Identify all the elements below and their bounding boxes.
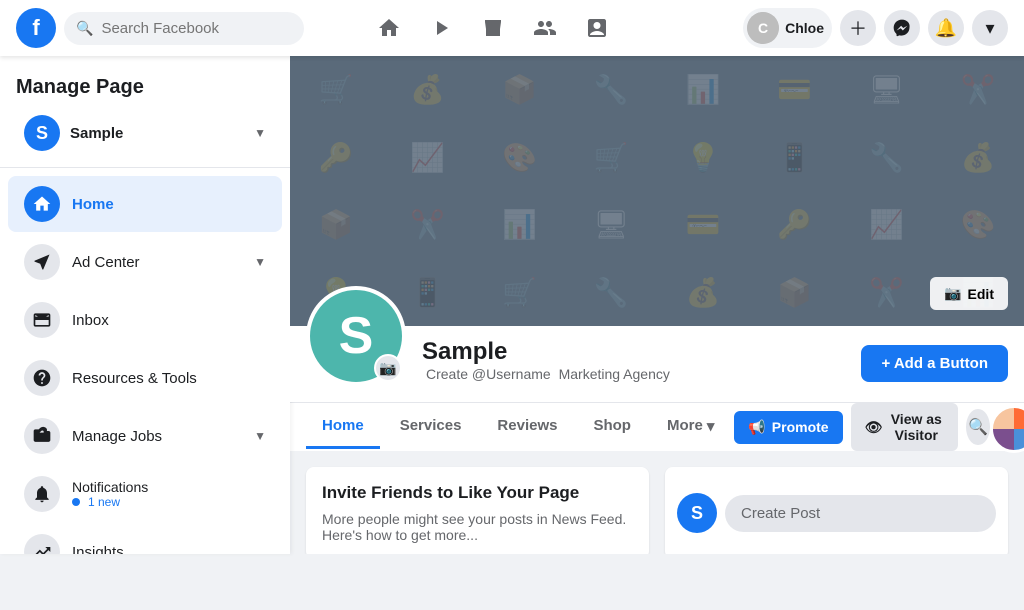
profile-meta: Create @Username Marketing Agency <box>422 366 845 382</box>
messenger-icon-btn[interactable] <box>884 10 920 46</box>
cover-edit-button[interactable]: 📷 Edit <box>930 277 1008 310</box>
sidebar-item-manage-jobs[interactable]: Manage Jobs ▼ <box>8 408 282 464</box>
sidebar-divider-1 <box>0 167 290 168</box>
username-link[interactable]: Create @Username <box>426 366 551 382</box>
notifications-label-wrap: Notifications 1 new <box>72 479 266 509</box>
home-icon <box>24 186 60 222</box>
menu-dropdown-btn[interactable]: ▾ <box>972 10 1008 46</box>
tab-more-btn-wrap: ⋯ 82 <box>998 409 1024 445</box>
profile-camera-button[interactable]: 📷 <box>374 354 402 382</box>
tab-actions: 📢 Promote 👁 View as Visitor 🔍 ⋯ 82 <box>734 403 1024 451</box>
profile-name: Sample <box>422 338 845 366</box>
search-icon: 🔍 <box>76 20 93 37</box>
sidebar-item-inbox[interactable]: Inbox <box>8 292 282 348</box>
post-avatar: S <box>677 493 717 533</box>
add-icon-btn[interactable]: ＋ <box>840 10 876 46</box>
nav-marketplace-icon[interactable] <box>469 4 517 52</box>
avatar-cluster-small[interactable]: 82 <box>990 405 1024 453</box>
profile-avatar-wrap: S 📷 <box>306 286 406 386</box>
search-input[interactable] <box>101 20 292 37</box>
sidebar-item-ad-center[interactable]: Ad Center ▼ <box>8 234 282 290</box>
add-button-btn[interactable]: + Add a Button <box>861 345 1008 382</box>
profile-info: Sample Create @Username Marketing Agency <box>422 338 845 386</box>
page-selector[interactable]: S Sample ▼ <box>8 107 282 159</box>
profile-section: S 📷 Sample Create @Username Marketing Ag… <box>290 326 1024 402</box>
resources-icon <box>24 360 60 396</box>
page-name-label: Sample <box>70 125 244 142</box>
user-pill[interactable]: C Chloe <box>743 8 832 48</box>
nav-icons <box>365 4 621 52</box>
sidebar-item-home[interactable]: Home <box>8 176 282 232</box>
tab-services[interactable]: Services <box>384 405 478 449</box>
nav-home-icon[interactable] <box>365 4 413 52</box>
sidebar-item-label-resources: Resources & Tools <box>72 370 266 387</box>
sidebar-title: Manage Page <box>0 64 290 107</box>
manage-jobs-chevron: ▼ <box>254 429 266 443</box>
camera-icon: 📷 <box>944 285 961 302</box>
nav-pages-icon[interactable] <box>573 4 621 52</box>
promote-tab-button[interactable]: 📢 Promote <box>734 411 842 444</box>
top-navigation: f 🔍 C Chloe ＋ 🔔 ▾ <box>0 0 1024 56</box>
page-tabs: Home Services Reviews Shop More ▾ 📢 Prom… <box>290 402 1024 451</box>
invite-card-title: Invite Friends to Like Your Page <box>322 483 633 503</box>
tab-shop[interactable]: Shop <box>577 405 647 449</box>
ad-center-icon <box>24 244 60 280</box>
ad-center-chevron: ▼ <box>254 255 266 269</box>
nav-groups-icon[interactable] <box>521 4 569 52</box>
manage-jobs-icon <box>24 418 60 454</box>
more-chevron-icon: ▾ <box>707 417 715 435</box>
create-post-area: S Create Post <box>665 467 1008 554</box>
main-content: 🛒💰📦🔧📊💳🖥✂️ 🔑📈🎨🛒💡📱🔧💰 📦✂️📊🖥💳🔑📈🎨 💡📱🛒🔧💰📦✂️📊 📷… <box>290 56 1024 554</box>
invite-friends-card: Invite Friends to Like Your Page More pe… <box>306 467 649 554</box>
sidebar-item-label-insights: Insights <box>72 544 266 555</box>
visitor-eye-icon: 👁 <box>865 419 883 436</box>
nav-watch-icon[interactable] <box>417 4 465 52</box>
notifications-sidebar-icon <box>24 476 60 512</box>
nav-right: C Chloe ＋ 🔔 ▾ <box>743 8 1008 48</box>
facebook-logo[interactable]: f <box>16 8 56 48</box>
sidebar-item-label-inbox: Inbox <box>72 312 266 329</box>
sidebar-item-notifications[interactable]: Notifications 1 new <box>8 466 282 522</box>
tab-more[interactable]: More ▾ <box>651 405 730 450</box>
view-as-visitor-button[interactable]: 👁 View as Visitor <box>851 403 959 451</box>
inbox-icon <box>24 302 60 338</box>
notification-badge-wrap: 1 new <box>72 495 266 509</box>
tab-home[interactable]: Home <box>306 405 380 449</box>
tab-search-button[interactable]: 🔍 <box>966 409 989 445</box>
notification-count: 1 new <box>88 495 120 509</box>
sidebar-item-label-home: Home <box>72 196 266 213</box>
invite-card-text: More people might see your posts in News… <box>322 511 633 543</box>
user-name: Chloe <box>785 20 824 36</box>
sidebar-item-insights[interactable]: Insights <box>8 524 282 554</box>
create-post-button[interactable]: Create Post <box>725 495 996 532</box>
profile-category: Marketing Agency <box>559 366 670 382</box>
tab-reviews[interactable]: Reviews <box>481 405 573 449</box>
notification-dot <box>72 498 80 506</box>
user-avatar: C <box>747 12 779 44</box>
notifications-icon-btn[interactable]: 🔔 <box>928 10 964 46</box>
search-bar[interactable]: 🔍 <box>64 12 304 45</box>
page-avatar-icon: S <box>24 115 60 151</box>
page-selector-chevron: ▼ <box>254 126 266 140</box>
svg-text:C: C <box>758 20 768 36</box>
feed-area: Invite Friends to Like Your Page More pe… <box>290 451 1024 554</box>
notifications-label: Notifications <box>72 479 266 495</box>
sidebar: Manage Page S Sample ▼ Home Ad Center ▼ … <box>0 56 290 554</box>
promote-tab-icon: 📢 <box>748 419 765 436</box>
sidebar-item-label-ad-center: Ad Center <box>72 254 242 271</box>
sidebar-item-label-manage-jobs: Manage Jobs <box>72 428 242 445</box>
sidebar-item-resources[interactable]: Resources & Tools <box>8 350 282 406</box>
insights-icon <box>24 534 60 554</box>
